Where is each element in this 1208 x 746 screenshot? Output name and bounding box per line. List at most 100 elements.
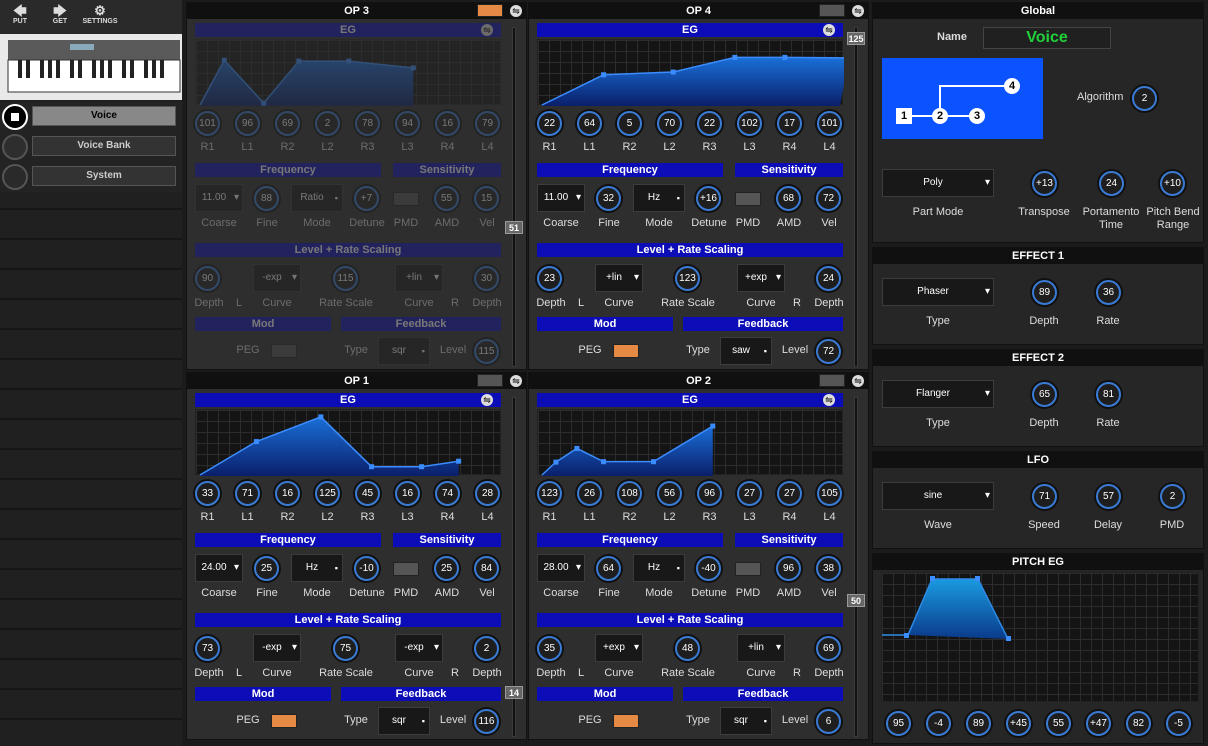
op2-eg-swap-icon[interactable]: ⇋ xyxy=(823,394,835,406)
op2-rate-scale-knob[interactable]: 48 xyxy=(675,636,700,661)
op4-l2-knob[interactable]: 70 xyxy=(657,111,682,136)
op3-rate-scale-knob[interactable]: 115 xyxy=(333,266,358,291)
op4-vel-knob[interactable]: 72 xyxy=(816,186,841,211)
op1-eg-swap-icon[interactable]: ⇋ xyxy=(481,394,493,406)
op3-left-depth-knob[interactable]: 90 xyxy=(195,266,220,291)
effect2-type-dropdown[interactable]: Flanger xyxy=(882,380,994,408)
put-button[interactable]: 🡄 PUT xyxy=(2,4,38,26)
op3-l2-knob[interactable]: 2 xyxy=(315,111,340,136)
op4-detune-knob[interactable]: +16 xyxy=(696,186,721,211)
op1-r1-knob[interactable]: 33 xyxy=(195,481,220,506)
op3-output-slider[interactable] xyxy=(512,27,516,367)
op4-rate-scale-knob[interactable]: 123 xyxy=(675,266,700,291)
op2-l3-knob[interactable]: 27 xyxy=(737,481,762,506)
settings-button[interactable]: ⚙ SETTINGS xyxy=(80,4,120,26)
op4-mode-select[interactable]: Hz xyxy=(633,184,685,212)
op3-output-slider-thumb[interactable]: 51 xyxy=(505,221,523,235)
pitch-eg-knob-5[interactable]: 55 xyxy=(1046,711,1071,736)
op2-feedback-type-select[interactable]: sqr xyxy=(720,707,772,735)
op4-r2-knob[interactable]: 5 xyxy=(617,111,642,136)
op3-feedback-level-knob[interactable]: 115 xyxy=(474,339,499,364)
op2-vel-knob[interactable]: 38 xyxy=(816,556,841,581)
op2-eg-graph[interactable] xyxy=(537,409,843,476)
op1-feedback-type-select[interactable]: sqr xyxy=(378,707,430,735)
op1-output-slider-thumb[interactable]: 14 xyxy=(505,686,523,700)
op3-vel-knob[interactable]: 15 xyxy=(474,186,499,211)
op2-fine-knob[interactable]: 64 xyxy=(596,556,621,581)
pitch-eg-knob-2[interactable]: -4 xyxy=(926,711,951,736)
op3-l3-knob[interactable]: 94 xyxy=(395,111,420,136)
op3-r4-knob[interactable]: 16 xyxy=(435,111,460,136)
op1-coarse-dropdown[interactable]: 24.00 xyxy=(195,554,243,582)
part-mode-dropdown[interactable]: Poly xyxy=(882,169,994,197)
op2-coarse-dropdown[interactable]: 28.00 xyxy=(537,554,585,582)
nav-voice-bank[interactable]: Voice Bank xyxy=(0,132,182,162)
op2-output-slider-thumb[interactable]: 50 xyxy=(847,594,865,608)
op3-eg-swap-icon[interactable]: ⇋ xyxy=(481,24,493,36)
op4-left-depth-knob[interactable]: 23 xyxy=(537,266,562,291)
op1-right-curve-dropdown[interactable]: -exp xyxy=(395,634,443,662)
op2-r2-knob[interactable]: 108 xyxy=(617,481,642,506)
lfo-delay-knob[interactable]: 57 xyxy=(1096,484,1121,509)
op2-mode-select[interactable]: Hz xyxy=(633,554,685,582)
transpose-knob[interactable]: +13 xyxy=(1032,171,1057,196)
op1-l1-knob[interactable]: 71 xyxy=(235,481,260,506)
lfo-speed-knob[interactable]: 71 xyxy=(1032,484,1057,509)
op1-left-depth-knob[interactable]: 73 xyxy=(195,636,220,661)
op2-pmd-toggle[interactable] xyxy=(735,562,761,576)
op2-l2-knob[interactable]: 56 xyxy=(657,481,682,506)
op2-amd-knob[interactable]: 96 xyxy=(776,556,801,581)
op3-pmd-toggle[interactable] xyxy=(393,192,419,206)
op4-right-depth-knob[interactable]: 24 xyxy=(816,266,841,291)
op1-r4-knob[interactable]: 74 xyxy=(435,481,460,506)
voice-name-field[interactable]: Voice xyxy=(983,27,1111,49)
op1-r2-knob[interactable]: 16 xyxy=(275,481,300,506)
op2-r4-knob[interactable]: 27 xyxy=(777,481,802,506)
op3-l1-knob[interactable]: 96 xyxy=(235,111,260,136)
op1-vel-knob[interactable]: 84 xyxy=(474,556,499,581)
op1-eg-graph[interactable] xyxy=(195,409,501,476)
lfo-wave-dropdown[interactable]: sine xyxy=(882,482,994,510)
op4-feedback-level-knob[interactable]: 72 xyxy=(816,339,841,364)
op4-feedback-type-select[interactable]: saw xyxy=(720,337,772,365)
effect1-type-dropdown[interactable]: Phaser xyxy=(882,278,994,306)
op3-coarse-dropdown[interactable]: 11.00 xyxy=(195,184,243,212)
get-button[interactable]: 🡆 GET xyxy=(42,4,78,26)
op1-fine-knob[interactable]: 25 xyxy=(254,556,279,581)
op1-amd-knob[interactable]: 25 xyxy=(434,556,459,581)
op1-l4-knob[interactable]: 28 xyxy=(475,481,500,506)
op4-output-slider-thumb[interactable]: 125 xyxy=(847,32,865,46)
op4-coarse-dropdown[interactable]: 11.00 xyxy=(537,184,585,212)
op1-l2-knob[interactable]: 125 xyxy=(315,481,340,506)
op2-feedback-level-knob[interactable]: 6 xyxy=(816,709,841,734)
effect2-rate-knob[interactable]: 81 xyxy=(1096,382,1121,407)
op1-rate-scale-knob[interactable]: 75 xyxy=(333,636,358,661)
op4-pmd-toggle[interactable] xyxy=(735,192,761,206)
op4-r1-knob[interactable]: 22 xyxy=(537,111,562,136)
op3-left-curve-dropdown[interactable]: -exp xyxy=(253,264,301,292)
pitch-eg-graph[interactable] xyxy=(881,572,1199,702)
op4-left-curve-dropdown[interactable]: +lin xyxy=(595,264,643,292)
op2-left-curve-dropdown[interactable]: +exp xyxy=(595,634,643,662)
op3-r1-knob[interactable]: 101 xyxy=(195,111,220,136)
op4-r4-knob[interactable]: 17 xyxy=(777,111,802,136)
op4-fine-knob[interactable]: 32 xyxy=(596,186,621,211)
op1-r3-knob[interactable]: 45 xyxy=(355,481,380,506)
op3-feedback-type-select[interactable]: sqr xyxy=(378,337,430,365)
op3-detune-knob[interactable]: +7 xyxy=(354,186,379,211)
op2-output-slider[interactable] xyxy=(854,397,858,737)
pitch-eg-knob-6[interactable]: +47 xyxy=(1086,711,1111,736)
op4-peg-toggle[interactable] xyxy=(613,344,639,358)
op4-l1-knob[interactable]: 64 xyxy=(577,111,602,136)
lfo-pmd-knob[interactable]: 2 xyxy=(1160,484,1185,509)
op4-output-slider[interactable] xyxy=(854,27,858,367)
algorithm-knob[interactable]: 2 xyxy=(1132,86,1157,111)
op4-amd-knob[interactable]: 68 xyxy=(776,186,801,211)
op4-r3-knob[interactable]: 22 xyxy=(697,111,722,136)
effect1-depth-knob[interactable]: 89 xyxy=(1032,280,1057,305)
op1-mode-select[interactable]: Hz xyxy=(291,554,343,582)
op3-amd-knob[interactable]: 55 xyxy=(434,186,459,211)
op4-eg-graph[interactable] xyxy=(537,39,844,106)
op4-eg-swap-icon[interactable]: ⇋ xyxy=(823,24,835,36)
portamento-knob[interactable]: 24 xyxy=(1099,171,1124,196)
